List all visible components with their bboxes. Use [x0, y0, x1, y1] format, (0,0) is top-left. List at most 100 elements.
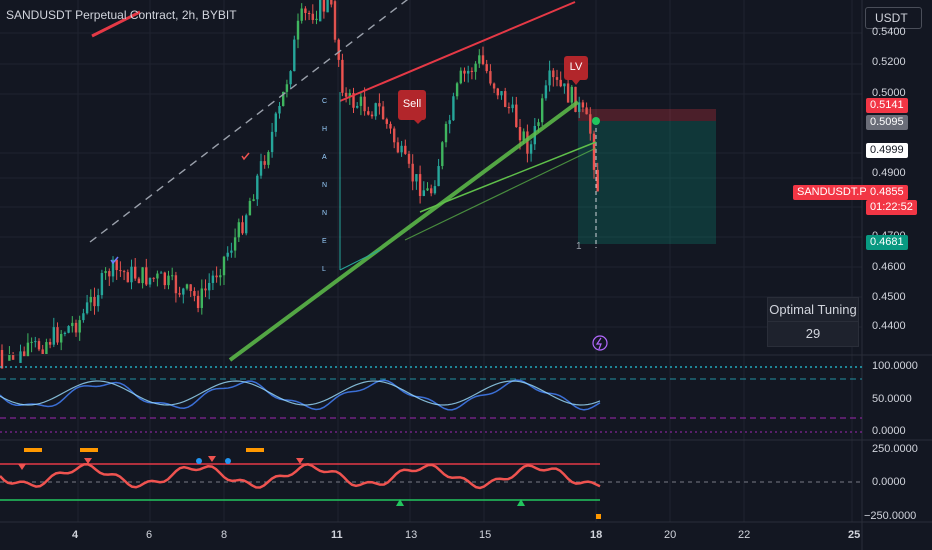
osc-dot [225, 458, 231, 464]
candle-body [45, 342, 48, 354]
candle-body [566, 83, 570, 103]
rsi-line [0, 379, 601, 411]
lv-signal-label: LV [564, 56, 588, 80]
price-axis-label: 0.4500 [872, 291, 906, 303]
candle-body [200, 288, 203, 308]
rsi-signal-line [0, 380, 601, 406]
green-support-line [228, 100, 580, 362]
candle-body [492, 83, 496, 89]
candle-body [504, 91, 507, 107]
candle-body [71, 322, 74, 327]
candle-body [237, 222, 240, 238]
candle-body [515, 104, 518, 128]
candle-body [163, 272, 166, 286]
candle-body [522, 131, 525, 141]
candle-body [400, 145, 403, 153]
channel-letter: E [322, 238, 327, 245]
candle-body [208, 282, 211, 291]
osc-bar-marker [596, 514, 601, 519]
candle-body [555, 77, 559, 80]
channel-letter: N [322, 210, 328, 217]
price-tag-4681: 0.4681 [866, 235, 908, 250]
price-axis-label: 0.4400 [872, 320, 906, 332]
candle-body [141, 267, 144, 284]
candle-body [108, 271, 111, 277]
candle-body [52, 327, 55, 345]
candle-body [226, 252, 229, 257]
symbol-tag: SANDUSDT.P [793, 185, 871, 200]
candle-body [156, 273, 159, 279]
candle-body [245, 215, 248, 234]
candle-body [37, 341, 41, 350]
time-axis-label: 11 [331, 529, 343, 541]
channel-letter: L [322, 266, 326, 273]
candle-body [293, 39, 296, 72]
candle-body [407, 153, 411, 164]
candle-body [359, 96, 363, 106]
candle-body [182, 288, 185, 295]
candle-body [337, 39, 340, 60]
candle-body [211, 275, 215, 283]
osc-dot [196, 458, 202, 464]
candle-body [507, 106, 511, 109]
sell-signal-label: Sell [398, 90, 426, 120]
candle-body [496, 88, 499, 96]
candle-body [552, 70, 555, 78]
candle-body [60, 334, 63, 343]
candle-body [574, 86, 577, 112]
candle-body [145, 267, 148, 285]
price-tag-5095: 0.5095 [866, 115, 908, 130]
channel-letter: H [322, 126, 328, 133]
candle-body [48, 342, 52, 345]
optimal-tuning-table: Optimal Tuning 29 [767, 297, 859, 347]
candle-body [437, 166, 440, 187]
candle-body [448, 120, 451, 124]
candle-body [444, 123, 448, 143]
candle-body [289, 71, 292, 85]
time-axis-label: 6 [146, 529, 153, 541]
candle-body [581, 102, 585, 108]
candle-body [34, 341, 37, 343]
channel-letter: C [322, 98, 328, 105]
candle-body [134, 266, 137, 279]
candle-body [278, 106, 281, 114]
candle-body [363, 96, 366, 112]
candle-body [430, 188, 433, 194]
candle-body [100, 273, 104, 296]
chart-canvas[interactable] [0, 0, 932, 550]
price-axis-label: 0.5400 [872, 26, 906, 38]
candle-body [167, 275, 170, 286]
rsi-axis-label: 100.0000 [872, 360, 918, 372]
candle-body [178, 293, 181, 295]
chart-title: SANDUSDT Perpetual Contract, 2h, BYBIT [6, 8, 237, 22]
candle-body [500, 91, 503, 96]
candle-body [518, 127, 522, 141]
candle-body [548, 70, 551, 86]
candle-body [137, 278, 141, 284]
candle-body [441, 142, 444, 167]
time-axis-label: 25 [848, 529, 861, 541]
candle-body [470, 70, 474, 72]
candle-body [481, 55, 485, 65]
rsi-axis-label: 0.0000 [872, 425, 906, 437]
price-tag-4999: 0.4999 [866, 143, 908, 158]
candle-body [559, 79, 562, 87]
candle-body [326, 0, 329, 13]
candle-body [418, 174, 422, 196]
candle-body [185, 284, 189, 289]
candle-body [248, 200, 252, 216]
candle-body [63, 332, 67, 335]
candle-body [296, 20, 300, 40]
candle-body [204, 288, 207, 291]
countdown-tag: 01:22:52 [866, 200, 917, 215]
candle-body [433, 186, 437, 194]
price-axis-label: 0.5200 [872, 56, 906, 68]
candle-body [67, 326, 70, 333]
candle-body [304, 8, 307, 13]
candle-body [122, 271, 126, 273]
candle-body [159, 272, 163, 274]
candle-body [152, 277, 155, 279]
osc-axis-label: 250.0000 [872, 443, 918, 455]
candle-body [589, 114, 592, 134]
candle-body [474, 63, 477, 72]
